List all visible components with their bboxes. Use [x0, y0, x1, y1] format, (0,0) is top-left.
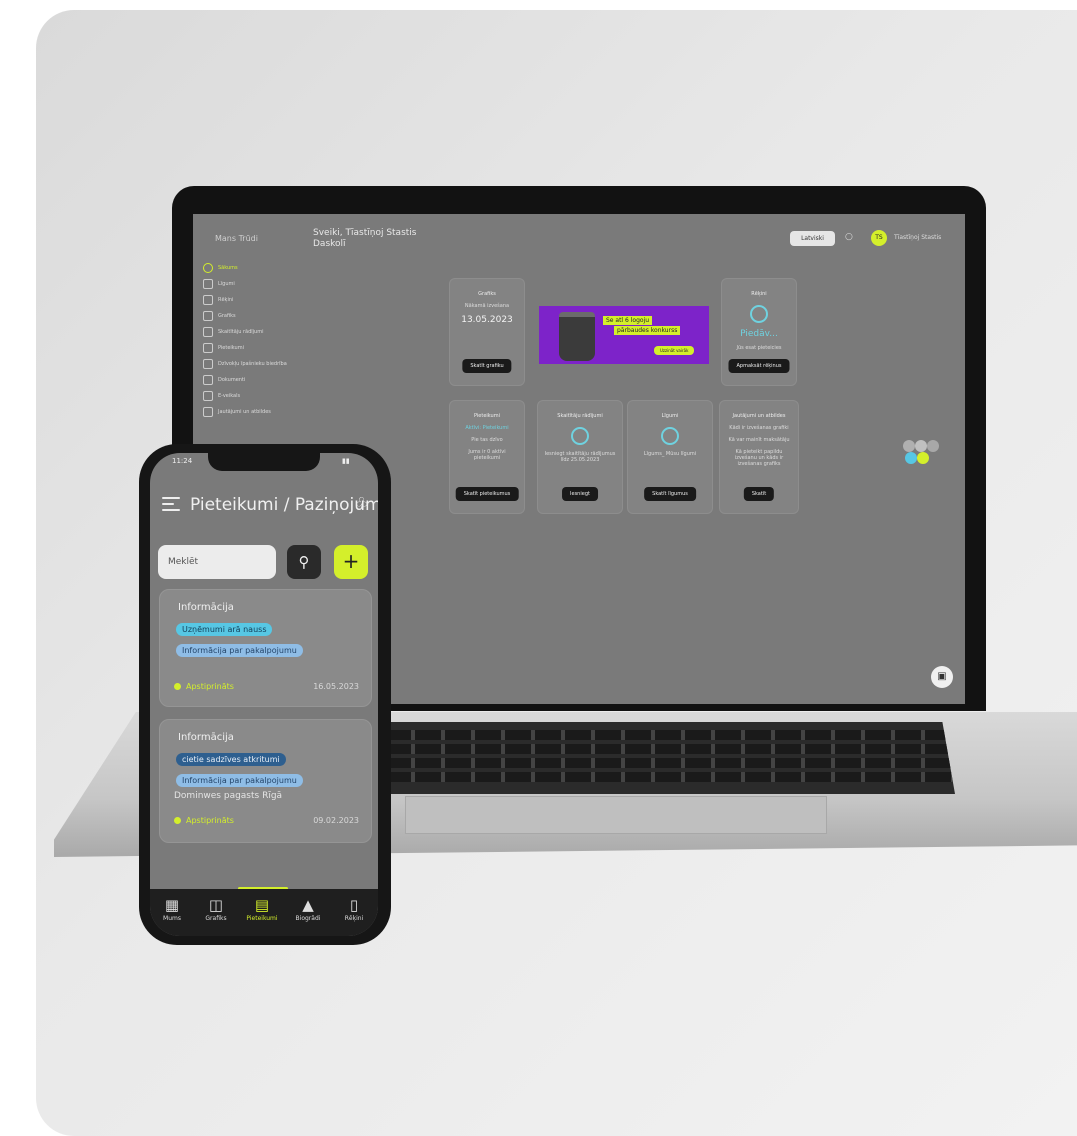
cart-icon: [203, 391, 213, 401]
keyboard: [325, 722, 955, 794]
tab-home[interactable]: ▦ Mums: [150, 895, 194, 922]
trackpad: [405, 796, 827, 834]
page-title: Sveiki, Tīastīņoj Stastis Daskolī: [313, 228, 417, 249]
bell-icon[interactable]: ○: [845, 232, 853, 242]
battery-icon: ▮▮: [342, 457, 350, 465]
grid-icon: [203, 279, 213, 289]
view-graph-button[interactable]: Skatīt grafiku: [462, 359, 512, 373]
avatar[interactable]: TS: [871, 230, 887, 246]
help-icon: [203, 407, 213, 417]
search-input[interactable]: Meklēt: [158, 545, 276, 579]
promo-banner[interactable]: Se atl 6 logoju pārbaudes konkurss Uzzin…: [539, 306, 709, 364]
pay-bills-button[interactable]: Apmaksāt rēķinus: [728, 359, 790, 373]
sidebar-item-contracts[interactable]: Līgumi: [203, 276, 293, 292]
phone-screen: 11:24 ▮▮ Pieteikumi / Paziņojumi ♧ Meklē…: [150, 453, 378, 936]
card-date: 16.05.2023: [313, 682, 359, 691]
home-icon: [203, 263, 213, 273]
sidebar-item-faq[interactable]: Jautājumi un atbildes: [203, 404, 293, 420]
sidebar-item-shop[interactable]: E-veikals: [203, 388, 293, 404]
sidebar-item-association[interactable]: Dzīvokļu īpašnieku biedrība: [203, 356, 293, 372]
sidebar-item-schedule[interactable]: Grafiks: [203, 308, 293, 324]
tab-schedule[interactable]: ◫ Grafiks: [194, 895, 238, 922]
sidebar-item-home[interactable]: Sākums: [203, 260, 293, 276]
menu-icon[interactable]: [162, 497, 180, 515]
view-contracts-button[interactable]: Skatīt līgumus: [644, 487, 696, 501]
plus-icon: +: [342, 549, 360, 573]
bill-icon: [750, 305, 768, 323]
faq-tile: Jautājumi un atbildes Kādi ir izvešanas …: [719, 400, 799, 514]
status-badge: Apstiprināts: [174, 682, 234, 691]
next-pickup-date: 13.05.2023: [461, 315, 513, 325]
bills-tile: Rēķini Piedāv... Jūs esat pieteicies Apm…: [721, 278, 797, 386]
card-date: 09.02.2023: [313, 816, 359, 825]
people-icon: [203, 359, 213, 369]
phone-notch: [208, 453, 320, 471]
request-card[interactable]: Informācija Uzņēmumi arā nauss Informāci…: [159, 589, 372, 707]
page-title: Pieteikumi / Paziņojumi: [190, 495, 378, 515]
meter-icon: [203, 327, 213, 337]
sidebar: Sākums Līgumi Rēķini Grafiks Skaitītāju …: [203, 260, 293, 420]
doc-icon: ▯: [349, 896, 359, 914]
sidebar-item-requests[interactable]: Pieteikumi: [203, 340, 293, 356]
chat-icon[interactable]: ▣: [931, 666, 953, 688]
submit-meters-button[interactable]: Iesniegt: [562, 487, 598, 501]
sidebar-item-documents[interactable]: Dokumenti: [203, 372, 293, 388]
user-icon: [203, 295, 213, 305]
tag: cietie sadzīves atkritumi: [176, 753, 286, 766]
search-icon: ⚲: [298, 553, 310, 571]
app-logo: Mans Trūdi: [215, 234, 258, 243]
bucket-image: [559, 312, 595, 361]
grid-icon: ▦: [164, 896, 180, 914]
status-badge: Apstiprināts: [174, 816, 234, 825]
tag: Informācija par pakalpojumu: [176, 774, 303, 787]
user-name[interactable]: Tīastīņoj Stastis: [894, 234, 941, 241]
calendar-icon: [203, 311, 213, 321]
color-dots: [903, 440, 943, 468]
tag: Informācija par pakalpojumu: [176, 644, 303, 657]
chat-icon: ▤: [254, 896, 270, 914]
meter-icon: [571, 427, 589, 445]
search-button[interactable]: ⚲: [287, 545, 321, 579]
tab-bio[interactable]: ▲ Biogrādi: [286, 895, 330, 922]
bottom-tab-bar: ▦ Mums ◫ Grafiks ▤ Pieteikumi ▲ Biogrādi ▯ Rē…: [150, 889, 378, 936]
meters-tile: Skaitītāju rādījumi Iesniegt skaitītāju …: [537, 400, 623, 514]
status-time: 11:24: [172, 457, 193, 465]
mountain-icon: ▲: [302, 896, 314, 914]
bell-icon[interactable]: ♧: [355, 494, 368, 512]
contracts-tile: Līgumi Līgums_ Mūsu līgumi Skatīt līgumu…: [627, 400, 713, 514]
contract-icon: [661, 427, 679, 445]
request-card[interactable]: Informācija cietie sadzīves atkritumi In…: [159, 719, 372, 843]
doc-icon: [203, 375, 213, 385]
tab-bills[interactable]: ▯ Rēķini: [332, 895, 376, 922]
sidebar-item-bills[interactable]: Rēķini: [203, 292, 293, 308]
chat-icon: [203, 343, 213, 353]
tab-requests[interactable]: ▤ Pieteikumi: [240, 895, 284, 922]
requests-tile: Pieteikumi Aktīvi: Pieteikumi Pie tas dz…: [449, 400, 525, 514]
calendar-icon: ◫: [208, 896, 224, 914]
tag: Uzņēmumi arā nauss: [176, 623, 273, 636]
view-faq-button[interactable]: Skatīt: [743, 487, 775, 501]
language-select[interactable]: Latviski: [790, 231, 835, 246]
add-button[interactable]: +: [334, 545, 368, 579]
view-requests-button[interactable]: Skatīt pieteikumus: [455, 487, 519, 501]
banner-button[interactable]: Uzzināt vairāk: [654, 346, 695, 355]
graph-tile: Grafiks Nākamā izvešana 13.05.2023 Skatī…: [449, 278, 525, 386]
sidebar-item-meters[interactable]: Skaitītāju rādījumi: [203, 324, 293, 340]
